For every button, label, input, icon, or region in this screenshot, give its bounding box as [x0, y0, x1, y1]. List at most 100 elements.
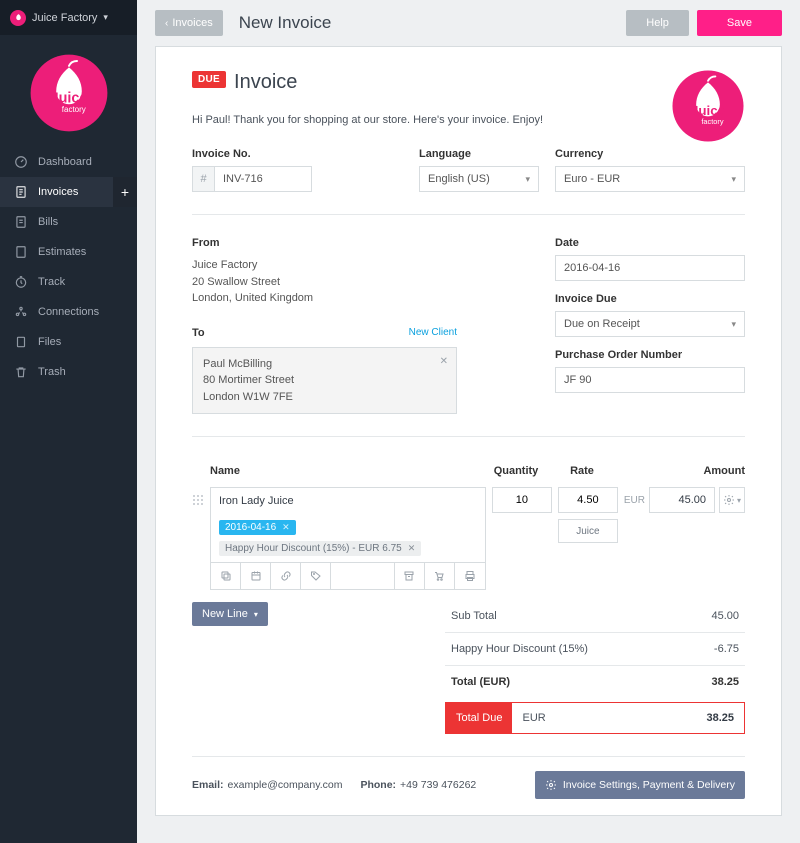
greeting-text: Hi Paul! Thank you for shopping at our s… [192, 114, 745, 126]
chevron-down-icon: ▾ [731, 319, 736, 330]
nav-label: Trash [38, 366, 66, 378]
total-due-currency: EUR [512, 703, 555, 733]
company-name: Juice Factory [32, 12, 97, 24]
item-name-input[interactable]: Iron Lady Juice [211, 488, 485, 514]
item-toolbar [211, 562, 485, 589]
totals: Sub Total 45.00 Happy Hour Discount (15%… [445, 600, 745, 734]
from-address: Juice Factory 20 Swallow Street London, … [192, 257, 457, 307]
total-due-row: Total Due EUR 38.25 [445, 702, 745, 734]
bill-icon [14, 215, 28, 229]
col-amount-header: Amount [615, 465, 745, 477]
invoice-icon [14, 185, 28, 199]
col-rate-header: Rate [549, 465, 615, 477]
svg-text:factory: factory [61, 105, 85, 114]
discount-label: Happy Hour Discount (15%) [451, 643, 588, 655]
add-invoice-button[interactable]: + [113, 177, 137, 207]
language-label: Language [419, 148, 539, 160]
unit-tag[interactable]: Juice [558, 519, 618, 543]
help-button[interactable]: Help [626, 10, 689, 36]
sidebar-item-invoices[interactable]: Invoices + [0, 177, 137, 207]
estimate-icon [14, 245, 28, 259]
sidebar-item-estimates[interactable]: Estimates [0, 237, 137, 267]
discount-value: -6.75 [714, 643, 739, 655]
nav-label: Connections [38, 306, 99, 318]
new-client-link[interactable]: New Client [409, 327, 457, 339]
currency-select[interactable]: Euro - EUR ▾ [555, 166, 745, 192]
invoice-number-input[interactable]: # INV-716 [192, 166, 312, 192]
date-label: Date [555, 237, 745, 249]
phone-value: +49 739 476262 [400, 779, 476, 791]
link-button[interactable] [271, 563, 301, 589]
back-button[interactable]: ‹ Invoices [155, 10, 223, 36]
save-button[interactable]: Save [697, 10, 782, 36]
chevron-left-icon: ‹ [165, 18, 168, 29]
invoice-number-label: Invoice No. [192, 148, 312, 160]
invoice-panel: DUE Invoice Juice factory Hi Paul! Thank… [155, 46, 782, 816]
connections-icon [14, 305, 28, 319]
company-switcher[interactable]: Juice Factory ▾ [0, 0, 137, 35]
company-mini-logo [10, 10, 26, 26]
nav-label: Invoices [38, 186, 78, 198]
po-label: Purchase Order Number [555, 349, 745, 361]
total-due-label: Total Due [446, 703, 512, 733]
sidebar-item-dashboard[interactable]: Dashboard [0, 147, 137, 177]
chevron-down-icon: ▾ [254, 610, 258, 619]
sidebar-item-bills[interactable]: Bills [0, 207, 137, 237]
trash-icon [14, 365, 28, 379]
sidebar-item-track[interactable]: Track [0, 267, 137, 297]
line-settings-button[interactable]: ▾ [719, 487, 745, 513]
svg-text:factory: factory [701, 117, 723, 126]
nav-label: Bills [38, 216, 58, 228]
phone-label: Phone: [360, 779, 396, 791]
calendar-button[interactable] [241, 563, 271, 589]
quantity-input[interactable] [492, 487, 552, 513]
chevron-down-icon: ▾ [737, 496, 741, 505]
close-icon[interactable]: ✕ [282, 522, 290, 533]
rate-input[interactable] [558, 487, 618, 513]
currency-label: Currency [555, 148, 745, 160]
invoice-settings-button[interactable]: Invoice Settings, Payment & Delivery [535, 771, 745, 799]
date-input[interactable]: 2016-04-16 [555, 255, 745, 281]
brand-logo: Juice factory [0, 35, 137, 147]
sidebar-item-trash[interactable]: Trash [0, 357, 137, 387]
print-button[interactable] [455, 563, 485, 589]
email-label: Email: [192, 779, 224, 791]
sidebar: Juice Factory ▾ Juice factory Dashboard … [0, 0, 137, 843]
svg-text:Juice: Juice [691, 103, 725, 118]
files-icon [14, 335, 28, 349]
chevron-down-icon: ▾ [731, 174, 736, 185]
date-chip[interactable]: 2016-04-16✕ [219, 520, 296, 535]
invoice-heading: Invoice [234, 71, 297, 94]
language-select[interactable]: English (US) ▾ [419, 166, 539, 192]
cart-button[interactable] [425, 563, 455, 589]
to-client-box[interactable]: ✕ Paul McBilling 80 Mortimer Street Lond… [192, 347, 457, 415]
nav-label: Dashboard [38, 156, 92, 168]
status-badge: DUE [192, 71, 226, 88]
invoice-due-select[interactable]: Due on Receipt ▾ [555, 311, 745, 337]
nav: Dashboard Invoices + Bills Estimates Tra… [0, 147, 137, 387]
line-item-row: Iron Lady Juice 2016-04-16✕ Happy Hour D… [192, 487, 745, 590]
nav-label: Track [38, 276, 65, 288]
gear-icon [545, 779, 557, 791]
page-title: New Invoice [239, 13, 332, 33]
copy-button[interactable] [211, 563, 241, 589]
total-label: Total (EUR) [451, 676, 510, 688]
svg-text:Juice: Juice [50, 91, 87, 107]
invoice-logo: Juice factory [671, 69, 745, 143]
discount-chip[interactable]: Happy Hour Discount (15%) - EUR 6.75✕ [219, 541, 421, 556]
new-line-button[interactable]: New Line▾ [192, 602, 268, 626]
nav-label: Estimates [38, 246, 86, 258]
col-name-header: Name [210, 465, 483, 477]
archive-button[interactable] [395, 563, 425, 589]
close-icon[interactable]: ✕ [440, 354, 448, 369]
subtotal-value: 45.00 [711, 610, 739, 622]
close-icon[interactable]: ✕ [408, 543, 416, 554]
amount-currency: EUR [624, 495, 645, 506]
po-input[interactable]: JF 90 [555, 367, 745, 393]
tag-button[interactable] [301, 563, 331, 589]
sidebar-item-files[interactable]: Files [0, 327, 137, 357]
drag-handle-icon[interactable] [192, 494, 204, 506]
sidebar-item-connections[interactable]: Connections [0, 297, 137, 327]
amount-box: 45.00 [649, 487, 715, 513]
chevron-down-icon: ▾ [525, 174, 530, 185]
